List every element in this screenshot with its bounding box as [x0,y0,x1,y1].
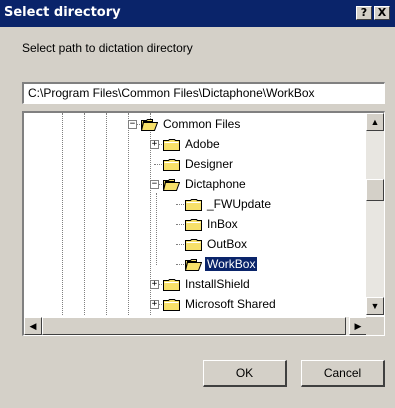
title-bar[interactable]: Select directory ? X [0,0,395,27]
expand-icon[interactable]: + [150,300,159,309]
scroll-up-button[interactable]: ▲ [366,113,384,131]
tree-node[interactable]: + Microsoft Shared [24,295,367,315]
cancel-button[interactable]: Cancel [301,360,385,387]
tree-node[interactable]: − Common Files [24,115,367,135]
expand-icon[interactable]: + [150,280,159,289]
tree-node-label[interactable]: OutBox [205,237,249,251]
tree-node-label[interactable]: Common Files [161,117,242,131]
tree-node-label[interactable]: Adobe [183,137,222,151]
tree-node-label[interactable]: _FWUpdate [205,197,273,211]
path-input[interactable]: C:\Program Files\Common Files\Dictaphone… [22,82,385,104]
folder-icon [185,239,202,251]
help-button[interactable]: ? [356,6,372,20]
tree-node[interactable]: OutBox [24,235,367,255]
tree-node-label[interactable]: Designer [183,157,235,171]
prompt-label: Select path to dictation directory [22,41,193,55]
folder-icon [185,199,202,211]
folder-icon [163,279,180,291]
select-directory-dialog: Select directory ? X Select path to dict… [0,0,395,408]
tree-node[interactable]: − Dictaphone [24,175,367,195]
vertical-scrollbar[interactable]: ▲ ▼ [366,113,384,315]
collapse-icon[interactable]: − [150,180,159,189]
folder-open-icon [141,119,158,131]
tree-node-label[interactable]: InstallShield [183,277,252,291]
folder-icon [185,219,202,231]
tree-node[interactable]: Designer [24,155,367,175]
scroll-right-button[interactable]: ▶ [349,317,367,335]
tree-node[interactable]: WorkBox [24,255,367,275]
vertical-scroll-thumb[interactable] [366,179,384,201]
tree-node-label[interactable]: Dictaphone [183,177,248,191]
horizontal-scroll-thumb[interactable] [42,317,346,335]
folder-open-icon [163,179,180,191]
collapse-icon[interactable]: − [128,120,137,129]
tree-node-label[interactable]: InBox [205,217,240,231]
tree-node[interactable]: InBox [24,215,367,235]
window-title: Select directory [4,5,121,20]
tree-node-label[interactable]: Microsoft Shared [183,297,278,311]
folder-open-icon [185,259,202,271]
close-button[interactable]: X [374,6,390,20]
tree-node[interactable]: _FWUpdate [24,195,367,215]
folder-icon [163,139,180,151]
tree-node[interactable]: + InstallShield [24,275,367,295]
tree-node[interactable]: + Adobe [24,135,367,155]
scrollbar-corner [366,317,384,335]
tree-node-label[interactable]: WorkBox [203,256,259,272]
tree-viewport: − Common Files + Adobe Designer − Dictaphone _F… [24,113,367,315]
scroll-left-button[interactable]: ◀ [24,317,42,335]
folder-icon [163,299,180,311]
expand-icon[interactable]: + [150,140,159,149]
horizontal-scrollbar[interactable]: ◀ ▶ [24,317,367,335]
directory-tree[interactable]: − Common Files + Adobe Designer − Dictaphone _F… [22,111,385,336]
scroll-down-button[interactable]: ▼ [366,297,384,315]
ok-button[interactable]: OK [203,360,287,387]
folder-icon [163,159,180,171]
